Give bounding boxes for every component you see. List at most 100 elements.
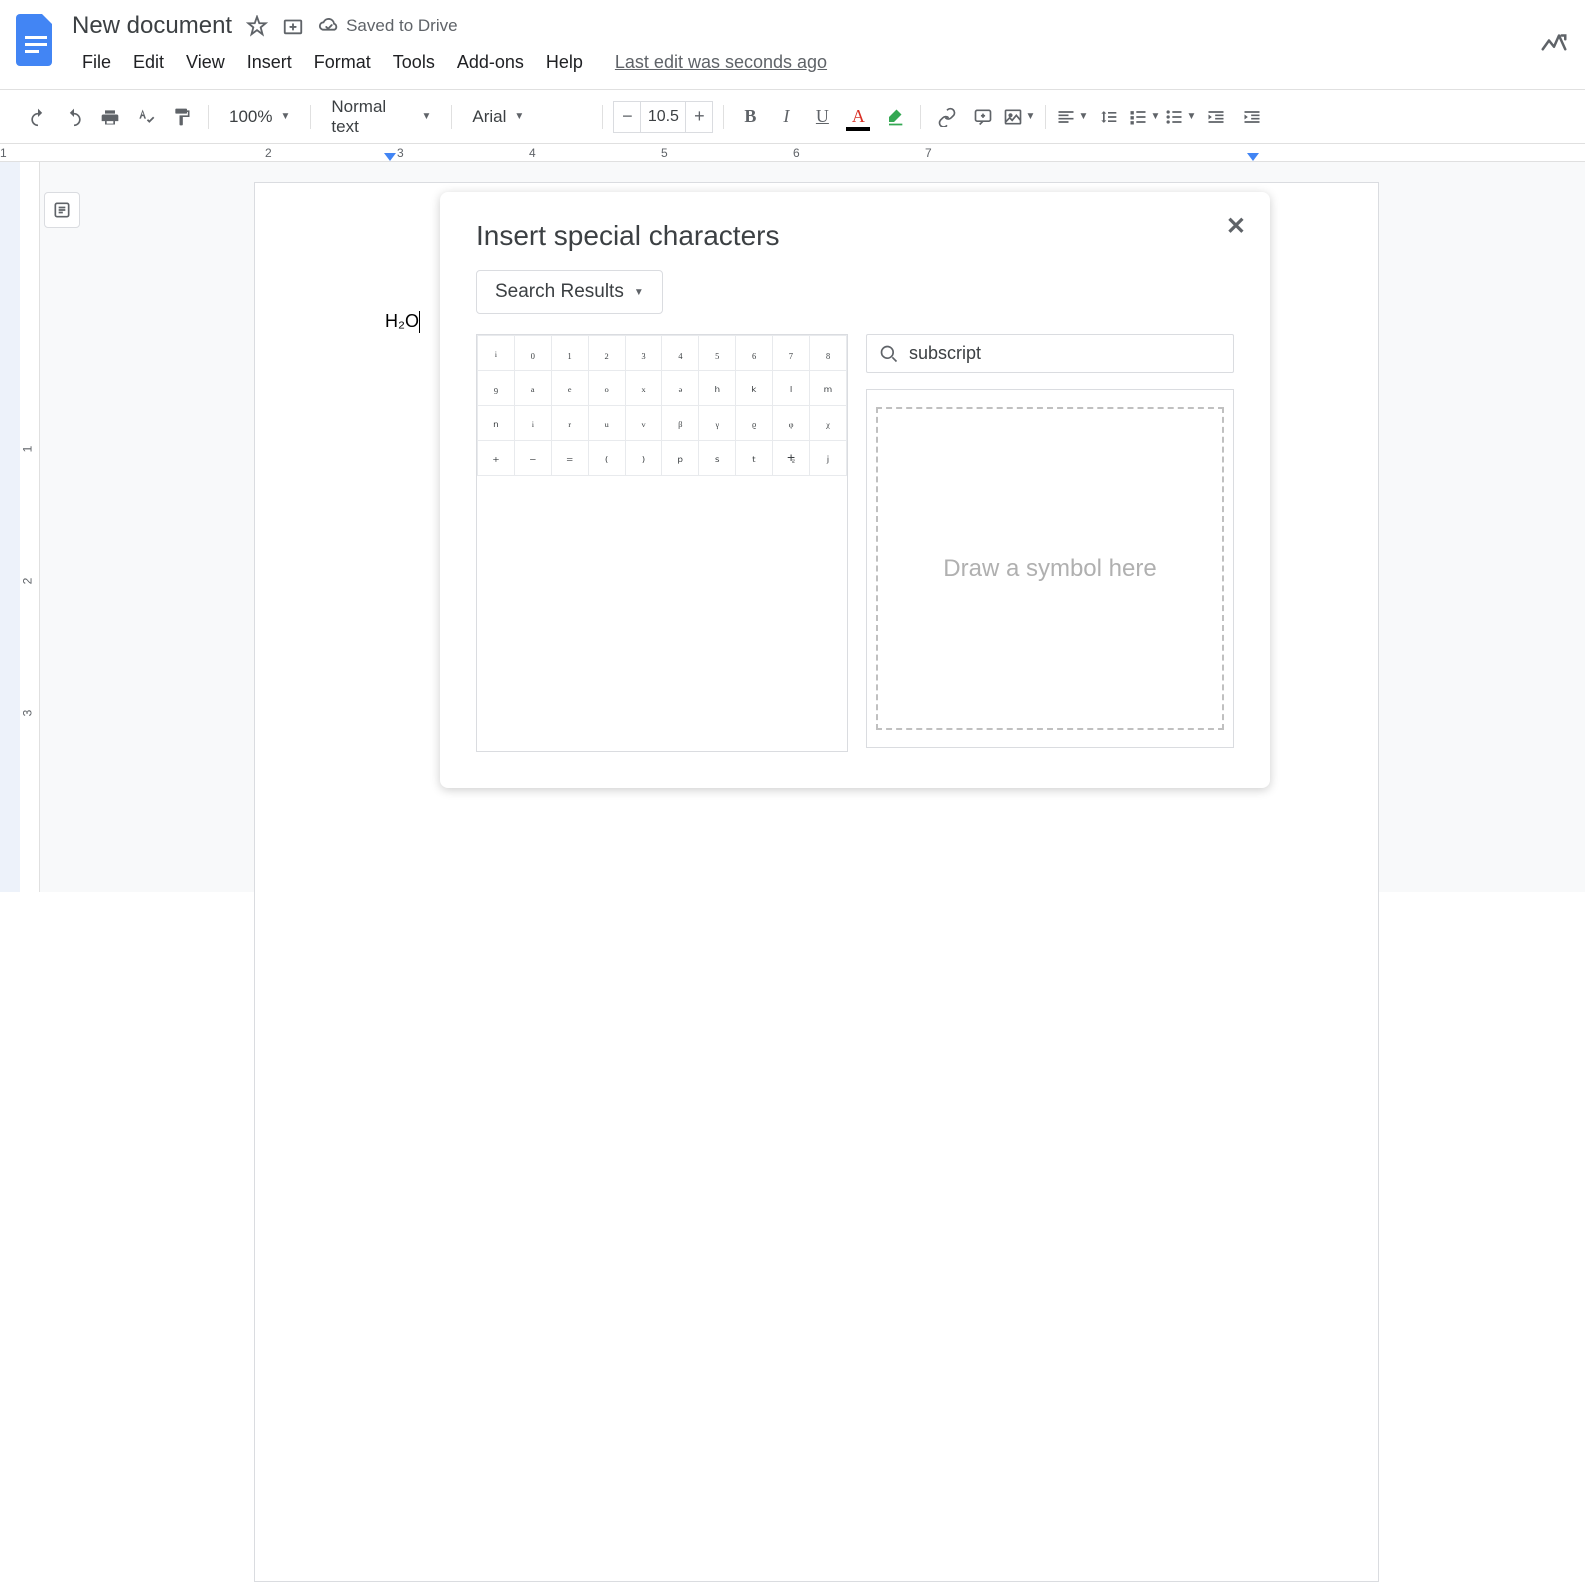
- checklist-button[interactable]: ▼: [1128, 101, 1160, 133]
- ruler-tick: 7: [925, 146, 932, 160]
- char-cell[interactable]: ₖ: [736, 371, 773, 406]
- char-cell[interactable]: ᵢ: [478, 336, 515, 371]
- char-cell[interactable]: ₗ: [773, 371, 810, 406]
- font-size-input[interactable]: [641, 101, 685, 133]
- spellcheck-button[interactable]: [130, 101, 162, 133]
- char-cell[interactable]: ₉: [478, 371, 515, 406]
- char-cell[interactable]: ᵢ: [514, 406, 551, 441]
- menu-format[interactable]: Format: [304, 48, 381, 77]
- toolbar: 100%▼ Normal text▼ Arial▼ − + B I U A ▼ …: [0, 90, 1585, 144]
- char-cell[interactable]: ₜ: [736, 441, 773, 476]
- ruler-tick: 2: [265, 146, 272, 160]
- char-cell[interactable]: ⨧: [773, 441, 810, 476]
- char-cell[interactable]: ₚ: [662, 441, 699, 476]
- insert-link-button[interactable]: [931, 101, 963, 133]
- content-area: 1 2 3 H₂O ✕ Insert special characters Se…: [0, 162, 1585, 892]
- print-button[interactable]: [94, 101, 126, 133]
- char-cell[interactable]: ₃: [625, 336, 662, 371]
- menu-view[interactable]: View: [176, 48, 235, 77]
- menu-help[interactable]: Help: [536, 48, 593, 77]
- paint-format-button[interactable]: [166, 101, 198, 133]
- underline-button[interactable]: U: [806, 101, 838, 133]
- highlight-button[interactable]: [878, 101, 910, 133]
- horizontal-ruler[interactable]: 1 2 3 4 5 6 7: [0, 144, 1585, 162]
- ruler-tick: 4: [529, 146, 536, 160]
- char-cell[interactable]: ₐ: [514, 371, 551, 406]
- saved-text: Saved to Drive: [346, 16, 458, 36]
- char-cell[interactable]: ᵥ: [625, 406, 662, 441]
- font-size-decrease[interactable]: −: [613, 101, 641, 133]
- dialog-title: Insert special characters: [476, 220, 1234, 252]
- menu-tools[interactable]: Tools: [383, 48, 445, 77]
- activity-icon[interactable]: [1539, 28, 1569, 63]
- menu-file[interactable]: File: [72, 48, 121, 77]
- char-cell[interactable]: ₆: [736, 336, 773, 371]
- char-cell[interactable]: ₄: [662, 336, 699, 371]
- char-cell[interactable]: ₒ: [588, 371, 625, 406]
- move-icon[interactable]: [282, 15, 304, 37]
- char-cell[interactable]: ₔ: [662, 371, 699, 406]
- align-button[interactable]: ▼: [1056, 101, 1088, 133]
- char-cell[interactable]: ₎: [625, 441, 662, 476]
- font-dropdown[interactable]: Arial▼: [462, 101, 592, 133]
- star-icon[interactable]: [246, 15, 268, 37]
- insert-image-button[interactable]: ▼: [1003, 101, 1035, 133]
- char-cell[interactable]: ᵣ: [551, 406, 588, 441]
- last-edit-link[interactable]: Last edit was seconds ago: [615, 52, 827, 73]
- char-cell[interactable]: ₁: [551, 336, 588, 371]
- font-size-increase[interactable]: +: [685, 101, 713, 133]
- line-spacing-button[interactable]: [1092, 101, 1124, 133]
- redo-button[interactable]: [58, 101, 90, 133]
- vertical-ruler[interactable]: 1 2 3: [20, 162, 40, 892]
- decrease-indent-button[interactable]: [1200, 101, 1232, 133]
- char-cell[interactable]: ₀: [514, 336, 551, 371]
- draw-area[interactable]: Draw a symbol here: [876, 407, 1224, 730]
- char-cell[interactable]: ₑ: [551, 371, 588, 406]
- menu-addons[interactable]: Add-ons: [447, 48, 534, 77]
- char-cell[interactable]: ₇: [773, 336, 810, 371]
- left-gutter: [0, 162, 20, 892]
- char-cell[interactable]: ᵤ: [588, 406, 625, 441]
- zoom-dropdown[interactable]: 100%▼: [219, 101, 300, 133]
- char-cell[interactable]: ₙ: [478, 406, 515, 441]
- menu-insert[interactable]: Insert: [237, 48, 302, 77]
- add-comment-button[interactable]: [967, 101, 999, 133]
- char-cell[interactable]: ⱼ: [810, 441, 847, 476]
- char-cell[interactable]: ₈: [810, 336, 847, 371]
- draw-panel[interactable]: Draw a symbol here: [866, 389, 1234, 748]
- char-cell[interactable]: ₌: [551, 441, 588, 476]
- bullet-list-button[interactable]: ▼: [1164, 101, 1196, 133]
- char-cell[interactable]: ₂: [588, 336, 625, 371]
- menu-edit[interactable]: Edit: [123, 48, 174, 77]
- char-cell[interactable]: ᵪ: [810, 406, 847, 441]
- char-cell[interactable]: ₛ: [699, 441, 736, 476]
- increase-indent-button[interactable]: [1236, 101, 1268, 133]
- char-cell[interactable]: ᵩ: [773, 406, 810, 441]
- char-cell[interactable]: ₊: [478, 441, 515, 476]
- bold-button[interactable]: B: [734, 101, 766, 133]
- undo-button[interactable]: [22, 101, 54, 133]
- category-dropdown[interactable]: Search Results▼: [476, 270, 663, 314]
- close-icon[interactable]: ✕: [1226, 212, 1246, 241]
- char-cell[interactable]: ₘ: [810, 371, 847, 406]
- char-cell[interactable]: ₋: [514, 441, 551, 476]
- vruler-tick: 3: [20, 710, 34, 717]
- search-input[interactable]: [909, 343, 1221, 364]
- outline-toggle-button[interactable]: [44, 192, 80, 228]
- style-dropdown[interactable]: Normal text▼: [321, 101, 441, 133]
- ruler-tick: 6: [793, 146, 800, 160]
- char-cell[interactable]: ₅: [699, 336, 736, 371]
- char-cell[interactable]: ₕ: [699, 371, 736, 406]
- title-row: New document Saved to Drive: [72, 8, 1539, 44]
- docs-logo-icon[interactable]: [16, 14, 56, 66]
- char-cell[interactable]: ᵧ: [699, 406, 736, 441]
- text-color-button[interactable]: A: [842, 101, 874, 133]
- dialog-right: Draw a symbol here: [866, 334, 1234, 752]
- char-cell[interactable]: ₓ: [625, 371, 662, 406]
- char-cell[interactable]: ᵦ: [662, 406, 699, 441]
- header-right: [1539, 8, 1569, 63]
- document-title[interactable]: New document: [72, 12, 232, 40]
- char-cell[interactable]: ᵨ: [736, 406, 773, 441]
- char-cell[interactable]: ₍: [588, 441, 625, 476]
- italic-button[interactable]: I: [770, 101, 802, 133]
